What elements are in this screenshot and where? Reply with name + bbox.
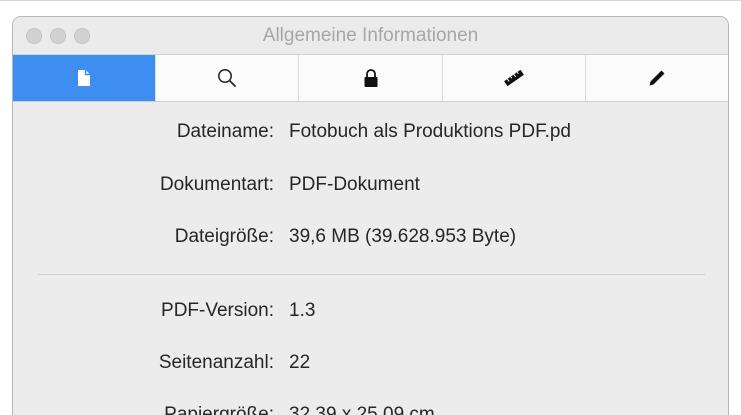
row-filename: Dateiname: Fotobuch als Produktions PDF.… <box>13 121 728 149</box>
filesize-label: Dateigröße: <box>174 226 274 247</box>
info-window: Allgemeine Informationen Dateiname: Foto… <box>12 16 729 415</box>
ruler-icon <box>503 70 524 86</box>
doctype-value[interactable]: PDF-Dokument <box>289 174 420 196</box>
section-divider <box>38 274 705 275</box>
window-title: Allgemeine Informationen <box>262 25 479 46</box>
pdf-version-label: PDF-Version: <box>161 300 274 321</box>
tab-crop[interactable] <box>441 55 585 101</box>
pencil-icon <box>649 70 665 86</box>
page-count-label: Seitenanzahl: <box>158 352 274 373</box>
tab-encryption[interactable] <box>298 55 441 101</box>
paper-size-label: Papiergröße: <box>164 404 274 415</box>
tab-search[interactable] <box>155 55 298 101</box>
top-divider-line <box>0 0 741 1</box>
pdf-version-value[interactable]: 1.3 <box>289 300 315 322</box>
filename-value[interactable]: Fotobuch als Produktions PDF.pd <box>289 121 571 143</box>
lock-icon <box>364 69 377 87</box>
row-document-type: Dokumentart: PDF-Dokument <box>13 174 728 202</box>
tab-general-info[interactable] <box>13 55 156 101</box>
filesize-value[interactable]: 39,6 MB (39.628.953 Byte) <box>289 226 516 248</box>
row-file-size: Dateigröße: 39,6 MB (39.628.953 Byte) <box>13 226 728 254</box>
page-count-value[interactable]: 22 <box>289 352 310 374</box>
filename-label: Dateiname: <box>176 121 274 142</box>
doctype-label: Dokumentart: <box>159 174 274 195</box>
row-pdf-version: PDF-Version: 1.3 <box>13 300 728 328</box>
search-icon <box>218 69 237 87</box>
row-page-count: Seitenanzahl: 22 <box>13 352 728 380</box>
title-bar[interactable]: Allgemeine Informationen <box>13 17 728 55</box>
row-paper-size: Papiergröße: 32,39 x 25,09 cm <box>13 404 728 415</box>
inspector-tabs <box>13 55 728 102</box>
tab-annotations[interactable] <box>584 55 728 101</box>
document-icon <box>78 70 91 86</box>
paper-size-value[interactable]: 32,39 x 25,09 cm <box>289 404 435 415</box>
